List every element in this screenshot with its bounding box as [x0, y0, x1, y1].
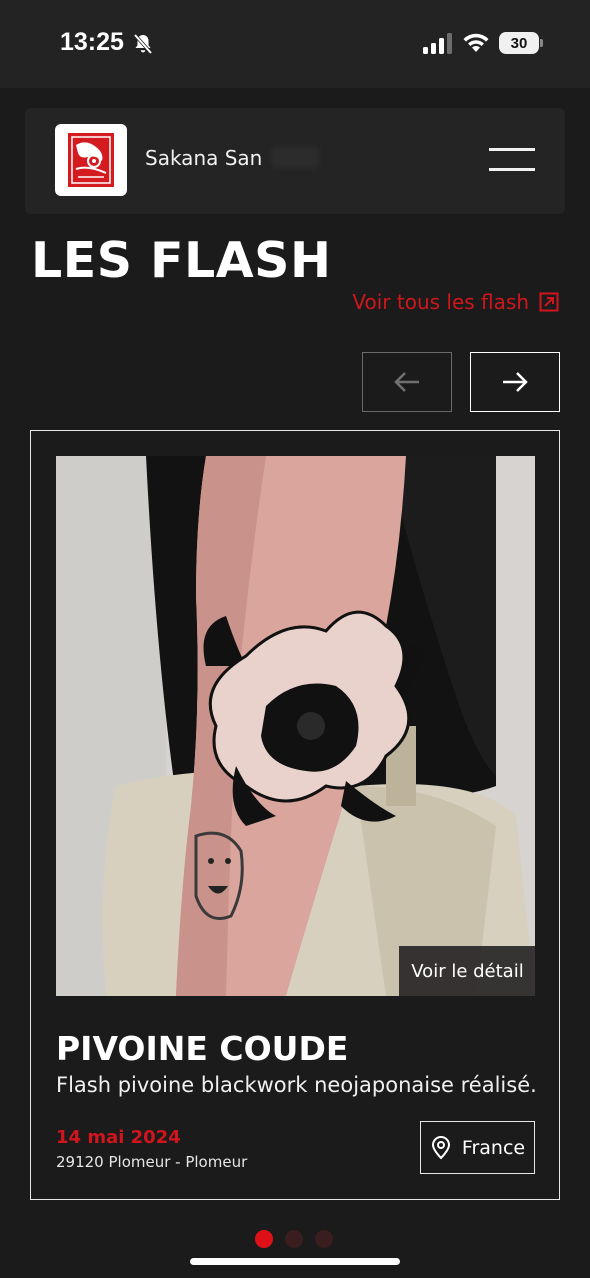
- external-link-icon: [539, 292, 559, 312]
- card-date: 14 mai 2024: [56, 1127, 181, 1148]
- site-name[interactable]: Sakana San: [145, 146, 262, 170]
- pagination-dot-3[interactable]: [315, 1230, 333, 1248]
- carousel-next-button[interactable]: [470, 352, 560, 412]
- flash-card[interactable]: Voir le détail PIVOINE COUDE Flash pivoi…: [30, 430, 560, 1200]
- hamburger-icon[interactable]: [489, 146, 535, 174]
- arrow-right-icon: [503, 372, 528, 392]
- card-address: 29120 Plomeur - Plomeur: [56, 1153, 248, 1171]
- bell-slash-icon: [133, 33, 153, 55]
- page-title: LES FLASH: [31, 232, 332, 289]
- arrow-left-icon: [394, 372, 419, 392]
- carousel-pagination: [255, 1230, 333, 1248]
- blurred-name-suffix: [271, 146, 319, 168]
- site-header: Sakana San: [25, 108, 565, 214]
- country-label: France: [461, 1136, 526, 1159]
- pagination-dot-1[interactable]: [255, 1230, 273, 1248]
- flash-image[interactable]: Voir le détail: [56, 456, 535, 996]
- pagination-dot-2[interactable]: [285, 1230, 303, 1248]
- see-all-flash-label: Voir tous les flash: [352, 290, 529, 314]
- country-button[interactable]: France: [420, 1121, 535, 1174]
- see-all-flash-link[interactable]: Voir tous les flash: [352, 290, 559, 314]
- signal-icon: [423, 33, 452, 54]
- status-bar: 13:25 30: [0, 0, 590, 88]
- home-indicator[interactable]: [190, 1258, 400, 1265]
- battery-indicator: 30: [499, 32, 539, 54]
- koi-seal-logo-mark: [68, 133, 114, 187]
- card-title: PIVOINE COUDE: [56, 1029, 349, 1068]
- koi-seal-logo[interactable]: [55, 124, 127, 196]
- view-detail-button[interactable]: Voir le détail: [399, 946, 535, 996]
- wifi-icon: [463, 33, 489, 52]
- status-time: 13:25: [60, 28, 124, 56]
- card-description: Flash pivoine blackwork neojaponaise réa…: [56, 1073, 536, 1097]
- map-pin-icon: [431, 1135, 450, 1159]
- tattoo-photo: [56, 456, 535, 996]
- carousel-prev-button[interactable]: [362, 352, 452, 412]
- battery-tip: [540, 39, 543, 47]
